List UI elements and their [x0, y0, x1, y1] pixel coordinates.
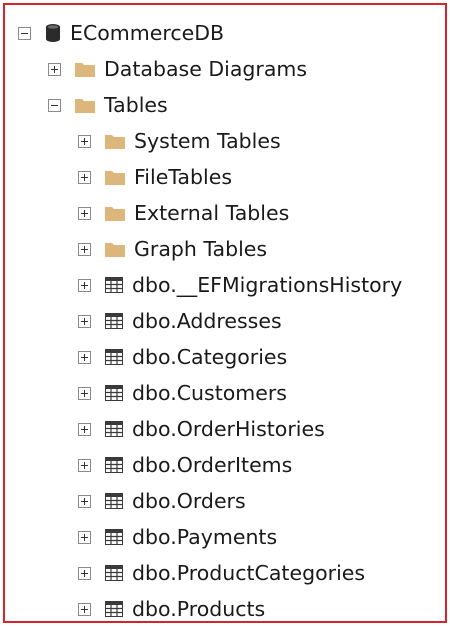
tree-node-table-orders[interactable]: dbo.Orders [78, 483, 246, 519]
table-icon [105, 421, 123, 437]
tree-node-ecommercedb[interactable]: ECommerceDB [18, 15, 224, 51]
tree-node-label: dbo.OrderHistories [132, 416, 325, 441]
tree-node-label: dbo.Orders [132, 488, 246, 513]
table-icon [105, 277, 123, 293]
expand-toggle-icon[interactable] [78, 530, 91, 544]
expand-toggle-icon[interactable] [78, 170, 91, 184]
expand-toggle-icon[interactable] [78, 458, 91, 472]
expand-toggle-icon[interactable] [78, 566, 91, 580]
tree-node-label: dbo.ProductCategories [132, 560, 366, 585]
tree-node-label: dbo.OrderItems [132, 452, 293, 477]
tree-node-table-efmigrationshistory[interactable]: dbo.__EFMigrationsHistory [78, 267, 402, 303]
expand-toggle-icon[interactable] [78, 494, 91, 508]
table-icon [105, 565, 123, 581]
folder-icon [105, 169, 125, 185]
expand-toggle-icon[interactable] [78, 134, 91, 148]
table-icon [105, 601, 123, 617]
tree-node-table-payments[interactable]: dbo.Payments [78, 519, 277, 555]
collapse-toggle-icon[interactable] [48, 98, 61, 112]
expand-toggle-icon[interactable] [78, 278, 91, 292]
tree-node-label: dbo.Addresses [132, 308, 282, 333]
tree-node-table-orderitems[interactable]: dbo.OrderItems [78, 447, 292, 483]
tree-node-label: FileTables [134, 164, 232, 189]
expand-toggle-icon[interactable] [48, 62, 61, 76]
expand-toggle-icon[interactable] [78, 314, 91, 328]
tree-node-system-tables[interactable]: System Tables [78, 123, 281, 159]
table-icon [105, 385, 123, 401]
tree-node-label: dbo.Customers [132, 380, 287, 405]
expand-toggle-icon[interactable] [78, 422, 91, 436]
tree-node-filetables[interactable]: FileTables [78, 159, 232, 195]
tree-node-external-tables[interactable]: External Tables [78, 195, 289, 231]
tree-node-label: Database Diagrams [104, 56, 308, 81]
tree-node-label: dbo.__EFMigrationsHistory [132, 272, 403, 297]
folder-icon [75, 97, 95, 113]
table-icon [105, 349, 123, 365]
database-icon [45, 23, 61, 43]
folder-icon [105, 133, 125, 149]
object-explorer-frame: ECommerceDB Database Diagrams Tables Sys… [3, 3, 447, 623]
folder-icon [105, 205, 125, 221]
expand-toggle-icon[interactable] [78, 350, 91, 364]
tree-node-label: Graph Tables [134, 236, 268, 261]
table-icon [105, 493, 123, 509]
expand-toggle-icon[interactable] [78, 242, 91, 256]
tree-node-tables[interactable]: Tables [48, 87, 168, 123]
expand-toggle-icon[interactable] [78, 386, 91, 400]
table-icon [105, 313, 123, 329]
tree-node-label: dbo.Categories [132, 344, 288, 369]
tree-node-table-customers[interactable]: dbo.Customers [78, 375, 287, 411]
tree-node-table-categories[interactable]: dbo.Categories [78, 339, 287, 375]
tree-node-table-orderhistories[interactable]: dbo.OrderHistories [78, 411, 325, 447]
tree-node-label: System Tables [134, 128, 281, 153]
tree-node-label: Tables [104, 92, 168, 117]
tree-node-label: dbo.Products [132, 596, 266, 621]
collapse-toggle-icon[interactable] [18, 26, 31, 40]
expand-toggle-icon[interactable] [78, 206, 91, 220]
folder-icon [75, 61, 95, 77]
expand-toggle-icon[interactable] [78, 602, 91, 616]
table-icon [105, 457, 123, 473]
table-icon [105, 529, 123, 545]
tree-node-graph-tables[interactable]: Graph Tables [78, 231, 267, 267]
tree-node-label: dbo.Payments [132, 524, 278, 549]
tree-node-table-addresses[interactable]: dbo.Addresses [78, 303, 282, 339]
folder-icon [105, 241, 125, 257]
tree-node-table-products[interactable]: dbo.Products [78, 591, 265, 627]
tree-node-database-diagrams[interactable]: Database Diagrams [48, 51, 307, 87]
tree-node-label: ECommerceDB [70, 20, 225, 45]
tree-node-label: External Tables [134, 200, 290, 225]
tree-node-table-productcategories[interactable]: dbo.ProductCategories [78, 555, 365, 591]
